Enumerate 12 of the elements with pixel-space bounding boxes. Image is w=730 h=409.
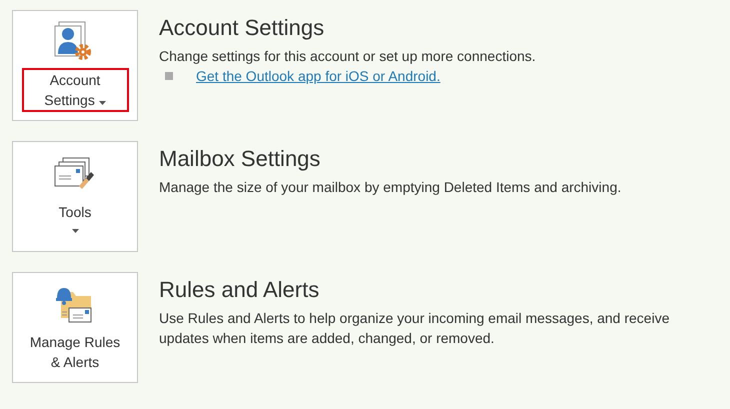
- ribbon-button[interactable]: Manage Rules & Alerts: [12, 272, 138, 383]
- section-title: Rules and Alerts: [159, 277, 320, 303]
- section-title: Mailbox Settings: [159, 146, 322, 172]
- bullet-icon: [165, 72, 173, 80]
- app-link[interactable]: Get the Outlook app for iOS or Android.: [196, 66, 440, 86]
- section-description: Manage the size of your mailbox by emptying Deleted Items and archiving.: [159, 178, 622, 197]
- section-description: Change settings for this account or set up more connections.: [159, 47, 536, 66]
- button-label: Account Settings: [44, 72, 100, 108]
- ribbon-button[interactable]: Account Settings: [12, 10, 138, 121]
- ribbon-button[interactable]: Tools: [12, 141, 138, 252]
- section-title: Account Settings: [159, 15, 326, 41]
- section-description: Use Rules and Alerts to help organize your incoming email messages, and receive updates when items are added, changed, or removed.: [159, 309, 670, 348]
